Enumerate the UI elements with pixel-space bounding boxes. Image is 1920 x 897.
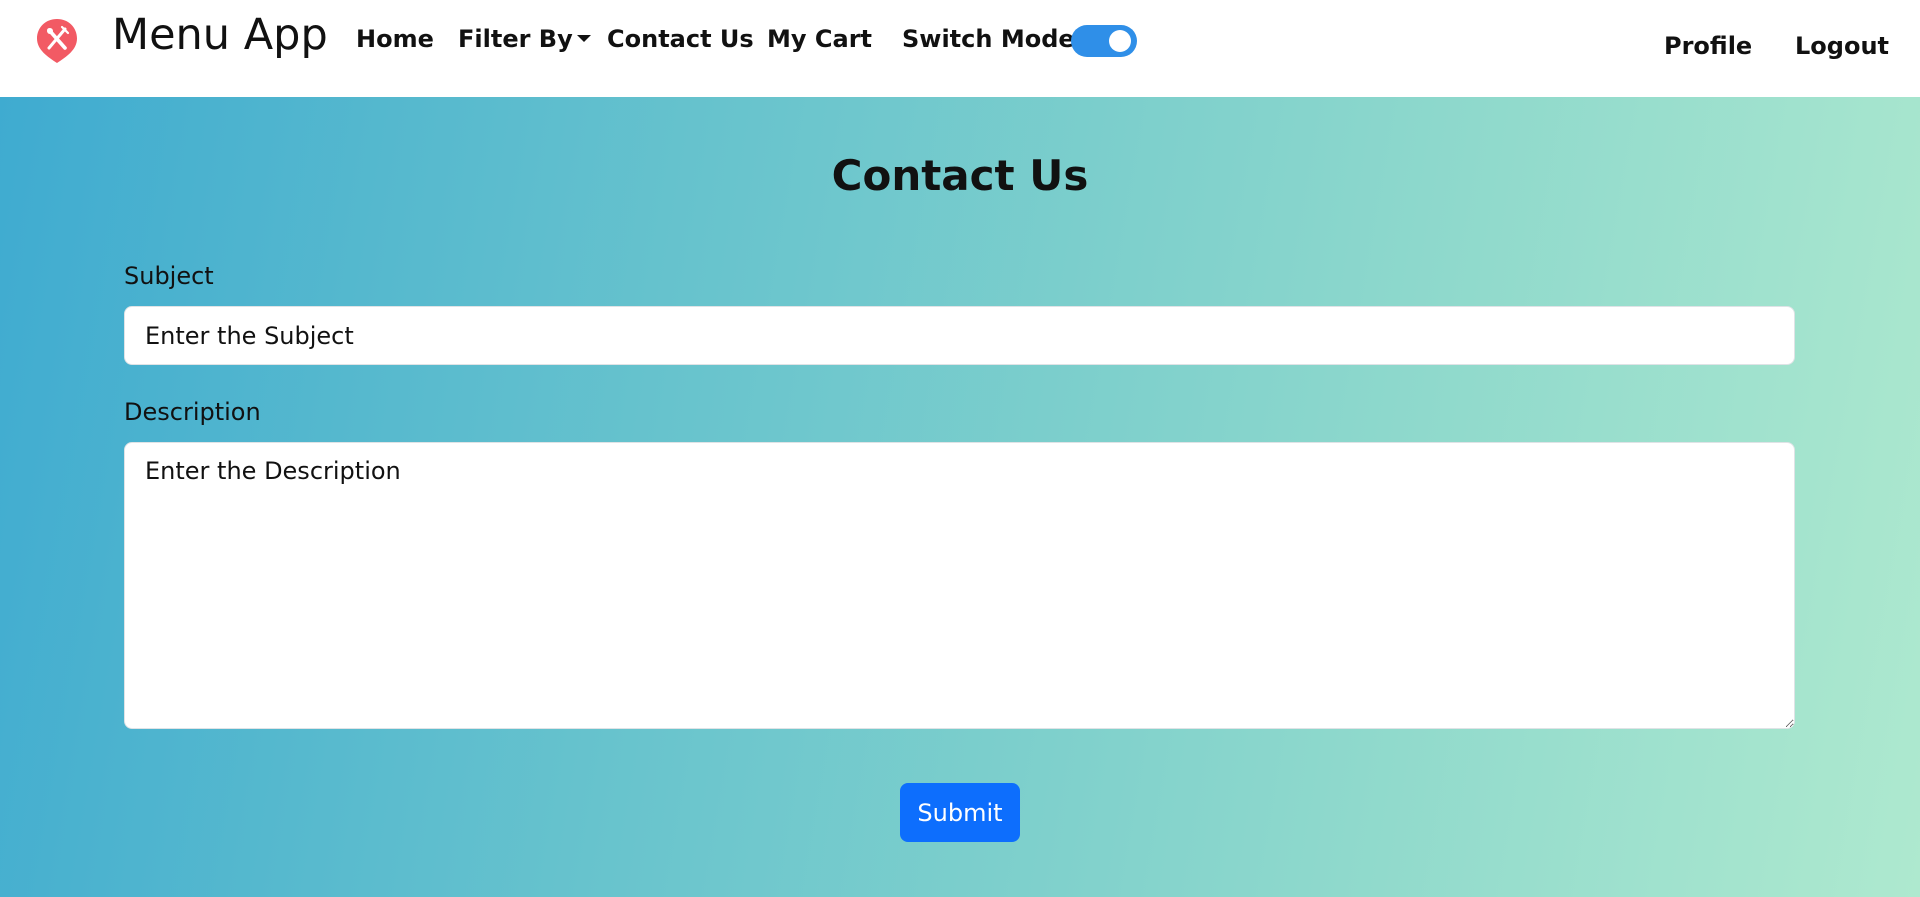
switch-mode-label: Switch Mode xyxy=(902,25,1075,53)
submit-button[interactable]: Submit xyxy=(900,783,1020,842)
nav-profile-link[interactable]: Profile xyxy=(1664,30,1752,62)
page-title: Contact Us xyxy=(831,151,1089,200)
brand-name[interactable]: Menu App xyxy=(112,9,328,61)
description-label: Description xyxy=(124,398,261,426)
nav-my-cart-link[interactable]: My Cart xyxy=(767,23,872,55)
top-navbar: Menu App Home Filter By Contact Us My Ca… xyxy=(0,0,1920,97)
subject-input[interactable] xyxy=(124,306,1795,365)
toggle-knob xyxy=(1109,30,1131,52)
nav-logout-link[interactable]: Logout xyxy=(1795,30,1889,62)
restaurant-logo-icon[interactable] xyxy=(36,17,78,65)
filter-by-label: Filter By xyxy=(458,25,573,53)
nav-filter-by-dropdown[interactable]: Filter By xyxy=(458,23,591,55)
nav-contact-us-link[interactable]: Contact Us xyxy=(607,23,754,55)
nav-home-link[interactable]: Home xyxy=(356,23,434,55)
subject-label: Subject xyxy=(124,262,214,290)
contact-page: Contact Us Subject Description Submit xyxy=(0,97,1920,897)
description-textarea[interactable] xyxy=(124,442,1795,729)
chevron-down-icon xyxy=(576,34,591,42)
switch-mode-toggle[interactable] xyxy=(1071,25,1137,57)
